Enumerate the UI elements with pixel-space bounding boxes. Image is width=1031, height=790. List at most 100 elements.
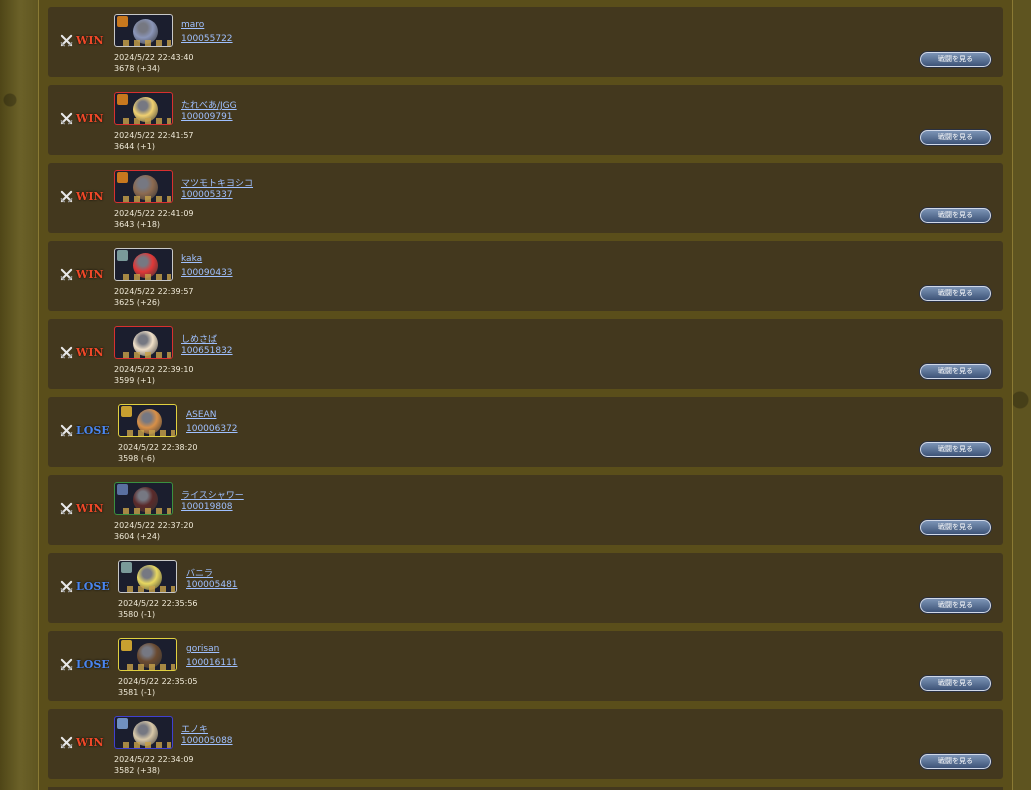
view-battle-button[interactable]: 戦闘を見る — [920, 754, 991, 769]
rank-badge-icon — [117, 484, 128, 495]
rank-badge-icon — [117, 718, 128, 729]
opponent-name-link[interactable]: gorisan — [186, 644, 219, 654]
equipment-gems-icon — [123, 508, 171, 514]
rank-badge-icon — [117, 16, 128, 27]
result-text: WIN — [76, 33, 104, 47]
opponent-name-link[interactable]: ライスシャワー — [181, 488, 244, 501]
opponent-name-link[interactable]: ASEAN — [186, 410, 216, 420]
battle-timestamp: 2024/5/22 22:35:56 — [118, 599, 198, 608]
rank-badge-icon — [117, 94, 128, 105]
result-text: LOSE — [76, 423, 110, 437]
rating-change: 3643 (+18) — [114, 220, 161, 229]
rating-change: 3678 (+34) — [114, 64, 161, 73]
crossed-swords-icon — [60, 580, 73, 593]
battle-row: LOSE バニラ 100005481 2024/5/22 22:35:56 3580 (… — [48, 553, 1003, 623]
opponent-name-link[interactable]: kaka — [181, 254, 202, 264]
crossed-swords-icon — [60, 34, 73, 47]
view-battle-button[interactable]: 戦闘を見る — [920, 130, 991, 145]
opponent-avatar[interactable] — [114, 482, 173, 515]
crossed-swords-icon — [60, 502, 73, 515]
opponent-id-link[interactable]: 100005088 — [181, 736, 233, 746]
equipment-gems-icon — [127, 586, 175, 592]
battle-row: LOSE gorisan 100016111 2024/5/22 22:35:05 35… — [48, 631, 1003, 701]
view-battle-button[interactable]: 戦闘を見る — [920, 520, 991, 535]
battle-row: WIN しめさば 100651832 2024/5/22 22:39:10 3599 (… — [48, 319, 1003, 389]
equipment-gems-icon — [127, 664, 175, 670]
opponent-id-link[interactable]: 100019808 — [181, 502, 233, 512]
result-label: WIN — [60, 735, 104, 749]
equipment-gems-icon — [127, 430, 175, 436]
view-battle-button[interactable]: 戦闘を見る — [920, 364, 991, 379]
opponent-id-link[interactable]: 100005337 — [181, 190, 233, 200]
rank-badge-icon — [121, 562, 132, 573]
view-battle-button[interactable]: 戦闘を見る — [920, 442, 991, 457]
opponent-name-link[interactable]: マツモトキヨシコ — [181, 176, 253, 189]
rating-change: 3582 (+38) — [114, 766, 161, 775]
battle-row: WIN エノキ 100005088 2024/5/22 22:34:09 3582 (+… — [48, 709, 1003, 779]
view-battle-button[interactable]: 戦闘を見る — [920, 286, 991, 301]
view-battle-button[interactable]: 戦闘を見る — [920, 676, 991, 691]
result-text: WIN — [76, 189, 104, 203]
battle-timestamp: 2024/5/22 22:39:57 — [114, 287, 194, 296]
opponent-id-link[interactable]: 100090433 — [181, 268, 233, 278]
opponent-avatar[interactable] — [118, 638, 177, 671]
opponent-name-link[interactable]: バニラ — [186, 566, 213, 579]
opponent-id-link[interactable]: 100006372 — [186, 424, 238, 434]
result-label: WIN — [60, 111, 104, 125]
rank-badge-icon — [121, 640, 132, 651]
battle-timestamp: 2024/5/22 22:41:57 — [114, 131, 194, 140]
opponent-avatar[interactable] — [114, 170, 173, 203]
battle-row: WIN たれべあ/JGG 100009791 2024/5/22 22:41:57 36… — [48, 85, 1003, 155]
equipment-gems-icon — [123, 118, 171, 124]
opponent-avatar[interactable] — [114, 326, 173, 359]
battle-row: WIN マツモトキヨシコ 100005337 2024/5/22 22:41:09 36… — [48, 163, 1003, 233]
equipment-gems-icon — [123, 274, 171, 280]
opponent-id-link[interactable]: 100016111 — [186, 658, 238, 668]
opponent-avatar[interactable] — [118, 404, 177, 437]
equipment-gems-icon — [123, 196, 171, 202]
opponent-name-link[interactable]: エノキ — [181, 722, 208, 735]
battle-row: WIN kaka 100090433 2024/5/22 22:39:57 3625 (… — [48, 241, 1003, 311]
opponent-name-link[interactable]: たれべあ/JGG — [181, 98, 237, 111]
opponent-avatar[interactable] — [118, 560, 177, 593]
crossed-swords-icon — [60, 736, 73, 749]
battle-timestamp: 2024/5/22 22:35:05 — [118, 677, 198, 686]
opponent-avatar[interactable] — [114, 14, 173, 47]
result-label: WIN — [60, 189, 104, 203]
crossed-swords-icon — [60, 268, 73, 281]
opponent-avatar[interactable] — [114, 92, 173, 125]
battle-timestamp: 2024/5/22 22:34:09 — [114, 755, 194, 764]
rating-change: 3625 (+26) — [114, 298, 161, 307]
rating-change: 3580 (-1) — [118, 610, 156, 619]
opponent-id-link[interactable]: 100055722 — [181, 34, 233, 44]
result-label: LOSE — [60, 579, 110, 593]
crossed-swords-icon — [60, 112, 73, 125]
battle-row: LOSE ASEAN 100006372 2024/5/22 22:38:20 3598… — [48, 397, 1003, 467]
result-text: WIN — [76, 111, 104, 125]
result-label: LOSE — [60, 423, 110, 437]
result-label: WIN — [60, 501, 104, 515]
battle-row: WIN ライスシャワー 100019808 2024/5/22 22:37:20 360… — [48, 475, 1003, 545]
result-text: LOSE — [76, 657, 110, 671]
equipment-gems-icon — [123, 40, 171, 46]
equipment-gems-icon — [123, 742, 171, 748]
opponent-id-link[interactable]: 100009791 — [181, 112, 233, 122]
rating-change: 3598 (-6) — [118, 454, 156, 463]
result-text: WIN — [76, 735, 104, 749]
view-battle-button[interactable]: 戦闘を見る — [920, 598, 991, 613]
result-text: LOSE — [76, 579, 110, 593]
view-battle-button[interactable]: 戦闘を見る — [920, 208, 991, 223]
result-label: LOSE — [60, 657, 110, 671]
opponent-name-link[interactable]: maro — [181, 20, 204, 30]
view-battle-button[interactable]: 戦闘を見る — [920, 52, 991, 67]
rank-badge-icon — [121, 406, 132, 417]
opponent-id-link[interactable]: 100005481 — [186, 580, 238, 590]
opponent-name-link[interactable]: しめさば — [181, 332, 217, 345]
crossed-swords-icon — [60, 658, 73, 671]
crossed-swords-icon — [60, 190, 73, 203]
equipment-gems-icon — [123, 352, 171, 358]
opponent-id-link[interactable]: 100651832 — [181, 346, 233, 356]
opponent-avatar[interactable] — [114, 248, 173, 281]
rank-badge-icon — [117, 250, 128, 261]
opponent-avatar[interactable] — [114, 716, 173, 749]
